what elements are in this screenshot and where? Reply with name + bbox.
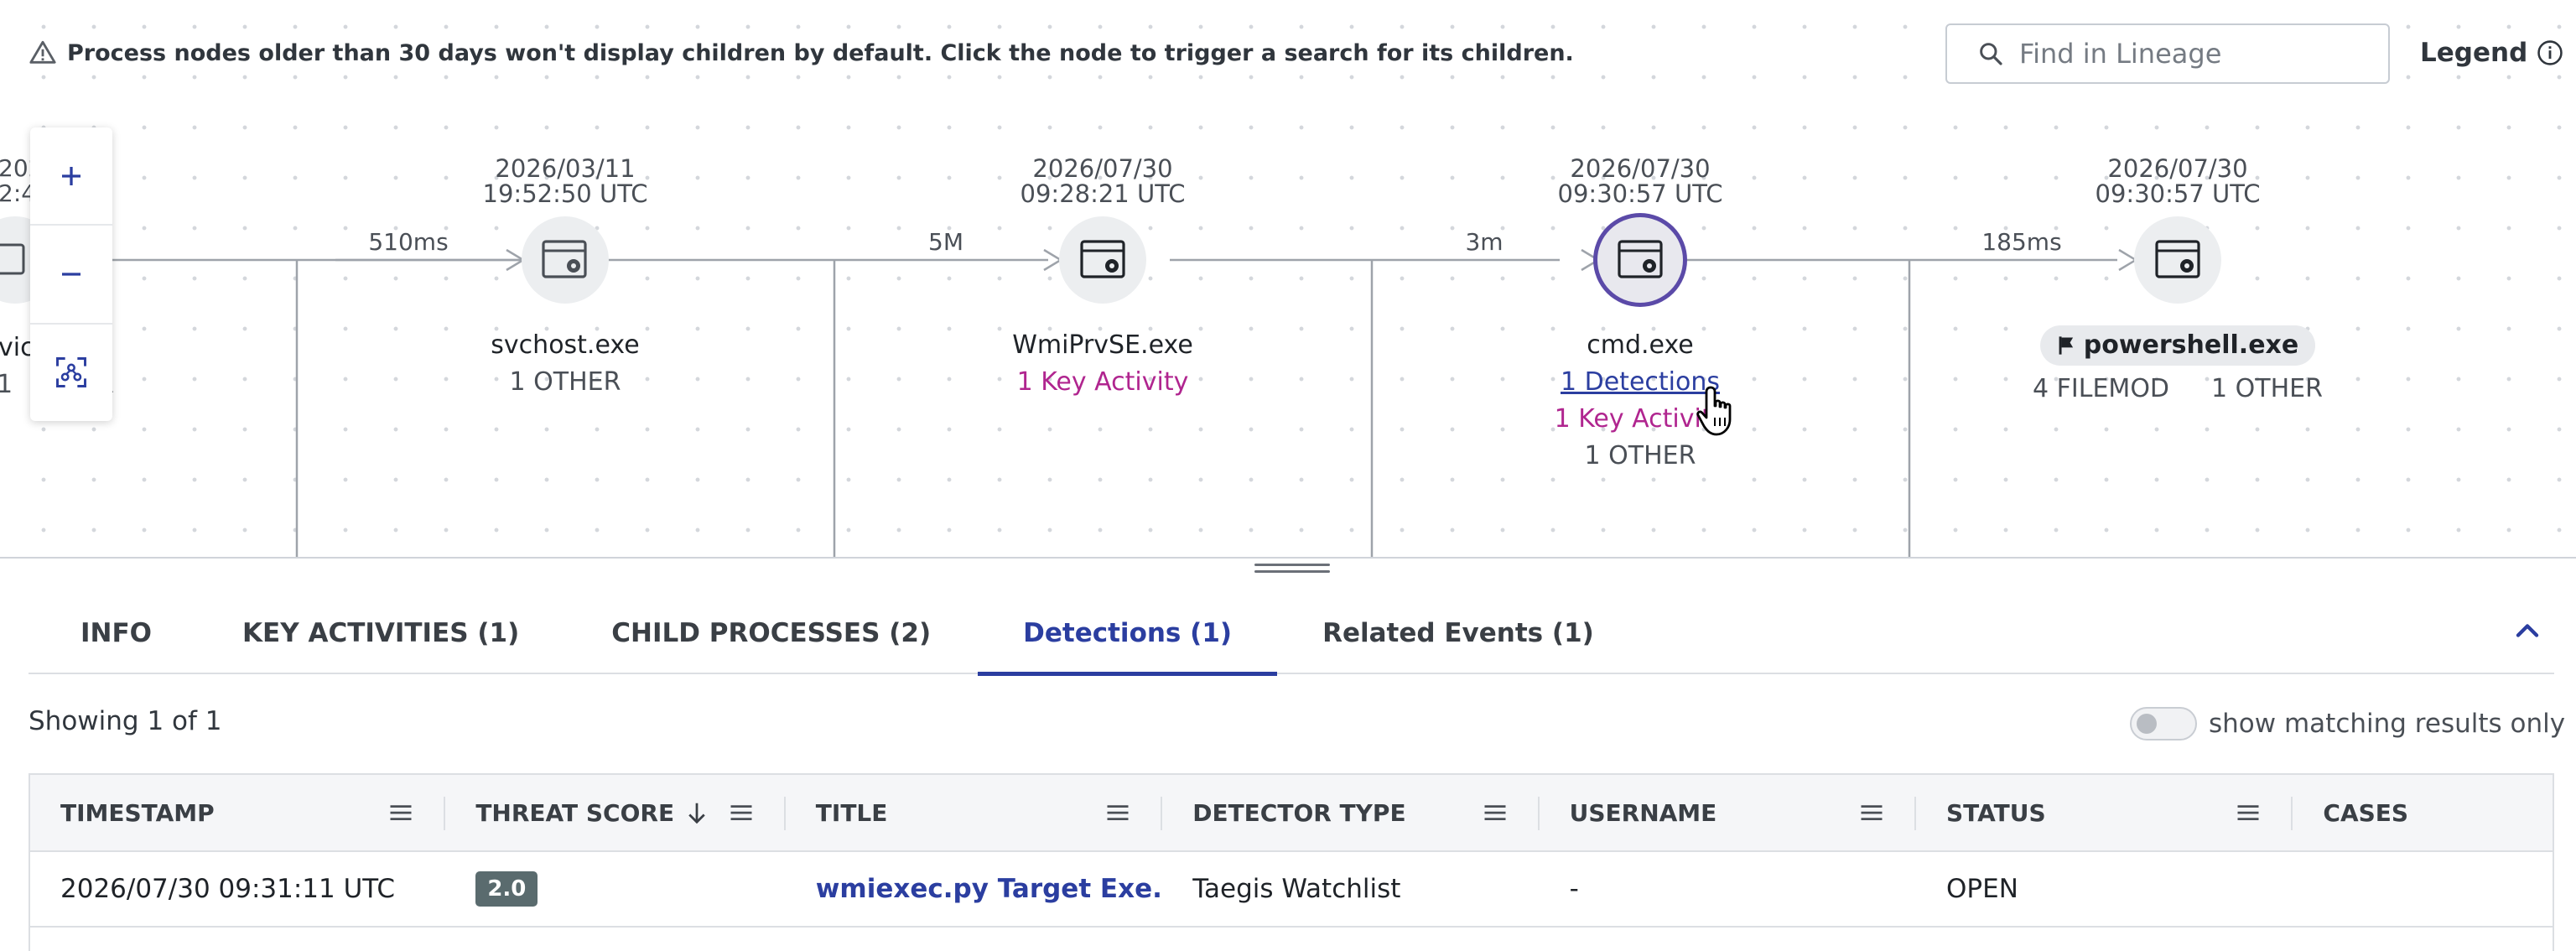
arrow-icon [2118, 248, 2138, 272]
node-date: 2026/07/30 [2107, 154, 2247, 183]
node-info-svchost: svchost.exe 1 OTHER [491, 327, 639, 401]
detection-title-link[interactable]: wmiexec.py Target Exe... [816, 874, 1162, 904]
zoom-controls [30, 127, 112, 421]
node-other-count[interactable]: 1 OTHER [491, 364, 639, 401]
column-menu-icon[interactable] [2236, 802, 2261, 824]
cell-cases [2293, 852, 2553, 926]
flagged-node-name[interactable]: powershell.exe [2039, 325, 2316, 366]
node-name: WmiPrvSE.exe [1012, 330, 1193, 360]
cell-username: - [1569, 874, 1579, 904]
column-header-timestamp[interactable]: TIMESTAMP [30, 775, 446, 850]
fit-view-button[interactable] [30, 325, 112, 421]
node-name: powershell.exe [2083, 330, 2299, 360]
node-date: 2026/07/30 [1032, 154, 1172, 183]
fit-view-icon [56, 357, 86, 388]
tab-child-processes[interactable]: CHILD PROCESSES (2) [564, 592, 978, 674]
edge-label: 3m [1465, 228, 1503, 256]
panel-resize-handle[interactable] [1254, 564, 1330, 575]
column-menu-icon[interactable] [1105, 802, 1130, 824]
cell-timestamp: 2026/07/30 09:31:11 UTC [60, 874, 396, 904]
detail-tabs: INFO KEY ACTIVITIES (1) CHILD PROCESSES … [29, 592, 2554, 676]
table-header: TIMESTAMP THREAT SCORE TITLE DETECTOR TY… [30, 775, 2553, 852]
node-time: 09:30:57 UTC [1558, 179, 1723, 208]
node-time: 19:52:50 UTC [483, 179, 648, 208]
node-name: svchost.exe [491, 330, 640, 360]
matching-results-toggle[interactable]: show matching results only [2130, 704, 2565, 743]
zoom-in-button[interactable] [30, 127, 112, 226]
column-header-username[interactable]: USERNAME [1540, 775, 1917, 850]
process-node-wmiprvse[interactable] [1059, 216, 1146, 304]
node-filemod-count[interactable]: 4 FILEMOD [2033, 371, 2169, 408]
column-header-title[interactable]: TITLE [786, 775, 1163, 850]
flag-icon [2059, 336, 2073, 355]
tab-info[interactable]: INFO [29, 592, 192, 674]
process-node-powershell[interactable] [2134, 216, 2221, 304]
column-header-threat-score[interactable]: THREAT SCORE [445, 775, 786, 850]
cell-status: OPEN [1946, 874, 2018, 904]
node-date: 2026/03/11 [495, 154, 635, 183]
panel-divider [0, 557, 2576, 559]
node-name: cmd.exe [1587, 330, 1694, 360]
edge-label: 5M [928, 228, 963, 256]
node-date: 2026/07/30 [1570, 154, 1710, 183]
tab-related-events[interactable]: Related Events (1) [1277, 592, 1639, 674]
process-node-cmd[interactable] [1593, 213, 1687, 307]
detections-table: TIMESTAMP THREAT SCORE TITLE DETECTOR TY… [29, 773, 2554, 951]
column-title: TIMESTAMP [60, 798, 215, 827]
hand-cursor-icon [1696, 386, 1732, 436]
plus-icon [62, 166, 80, 185]
column-header-cases[interactable]: CASES [2293, 775, 2553, 850]
sort-descending-icon[interactable] [686, 800, 708, 825]
toggle-switch[interactable] [2130, 707, 2197, 741]
node-other-count[interactable]: 1 OTHER [1555, 438, 1727, 475]
column-title: USERNAME [1569, 798, 1717, 827]
edge-label: 185ms [1981, 228, 2061, 256]
column-title: STATUS [1946, 798, 2046, 827]
node-info-powershell: powershell.exe 4 FILEMOD 1 OTHER [2033, 325, 2323, 408]
edge-label: 510ms [368, 228, 448, 256]
column-header-status[interactable]: STATUS [1916, 775, 2293, 850]
cell-title: wmiexec.py Target Exe... [786, 852, 1162, 926]
results-count: Showing 1 of 1 [29, 706, 222, 736]
node-name: vic [0, 333, 34, 362]
node-key-activity[interactable]: 1 Key Activity [1012, 364, 1193, 401]
node-sub: 1 [0, 370, 13, 399]
lineage-canvas[interactable]: Process nodes older than 30 days won't d… [0, 0, 2576, 557]
minus-icon [62, 273, 80, 276]
column-menu-icon[interactable] [729, 802, 754, 824]
zoom-out-button[interactable] [30, 226, 112, 325]
column-menu-icon[interactable] [1483, 802, 1508, 824]
column-title: CASES [2323, 798, 2409, 827]
column-title: TITLE [815, 798, 888, 827]
tab-detections[interactable]: Detections (1) [978, 592, 1278, 676]
column-header-detector-type[interactable]: DETECTOR TYPE [1162, 775, 1540, 850]
node-time: 09:28:21 UTC [1021, 179, 1186, 208]
chevron-up-icon[interactable] [2509, 612, 2546, 649]
node-time: 09:30:57 UTC [2096, 179, 2261, 208]
column-title: THREAT SCORE [475, 798, 675, 827]
lineage-graph: 510ms 5M 3m 185ms 2026/ 2:4 vic 1 ER 202… [0, 154, 2261, 557]
table-row[interactable]: 2026/07/30 09:31:11 UTC 2.0 wmiexec.py T… [30, 852, 2553, 928]
cell-detector-type: Taegis Watchlist [1192, 874, 1401, 904]
column-menu-icon[interactable] [1859, 802, 1884, 824]
process-node-svchost[interactable] [522, 216, 609, 304]
column-menu-icon[interactable] [388, 802, 413, 824]
cell-threat-score: 2.0 [445, 852, 785, 926]
column-title: DETECTOR TYPE [1192, 798, 1406, 827]
node-other-count[interactable]: 1 OTHER [2211, 371, 2323, 408]
node-info-wmiprvse: WmiPrvSE.exe 1 Key Activity [1012, 327, 1193, 401]
tab-key-activities[interactable]: KEY ACTIVITIES (1) [192, 592, 564, 674]
toggle-label: show matching results only [2209, 709, 2566, 739]
threat-score-badge: 2.0 [475, 871, 538, 907]
